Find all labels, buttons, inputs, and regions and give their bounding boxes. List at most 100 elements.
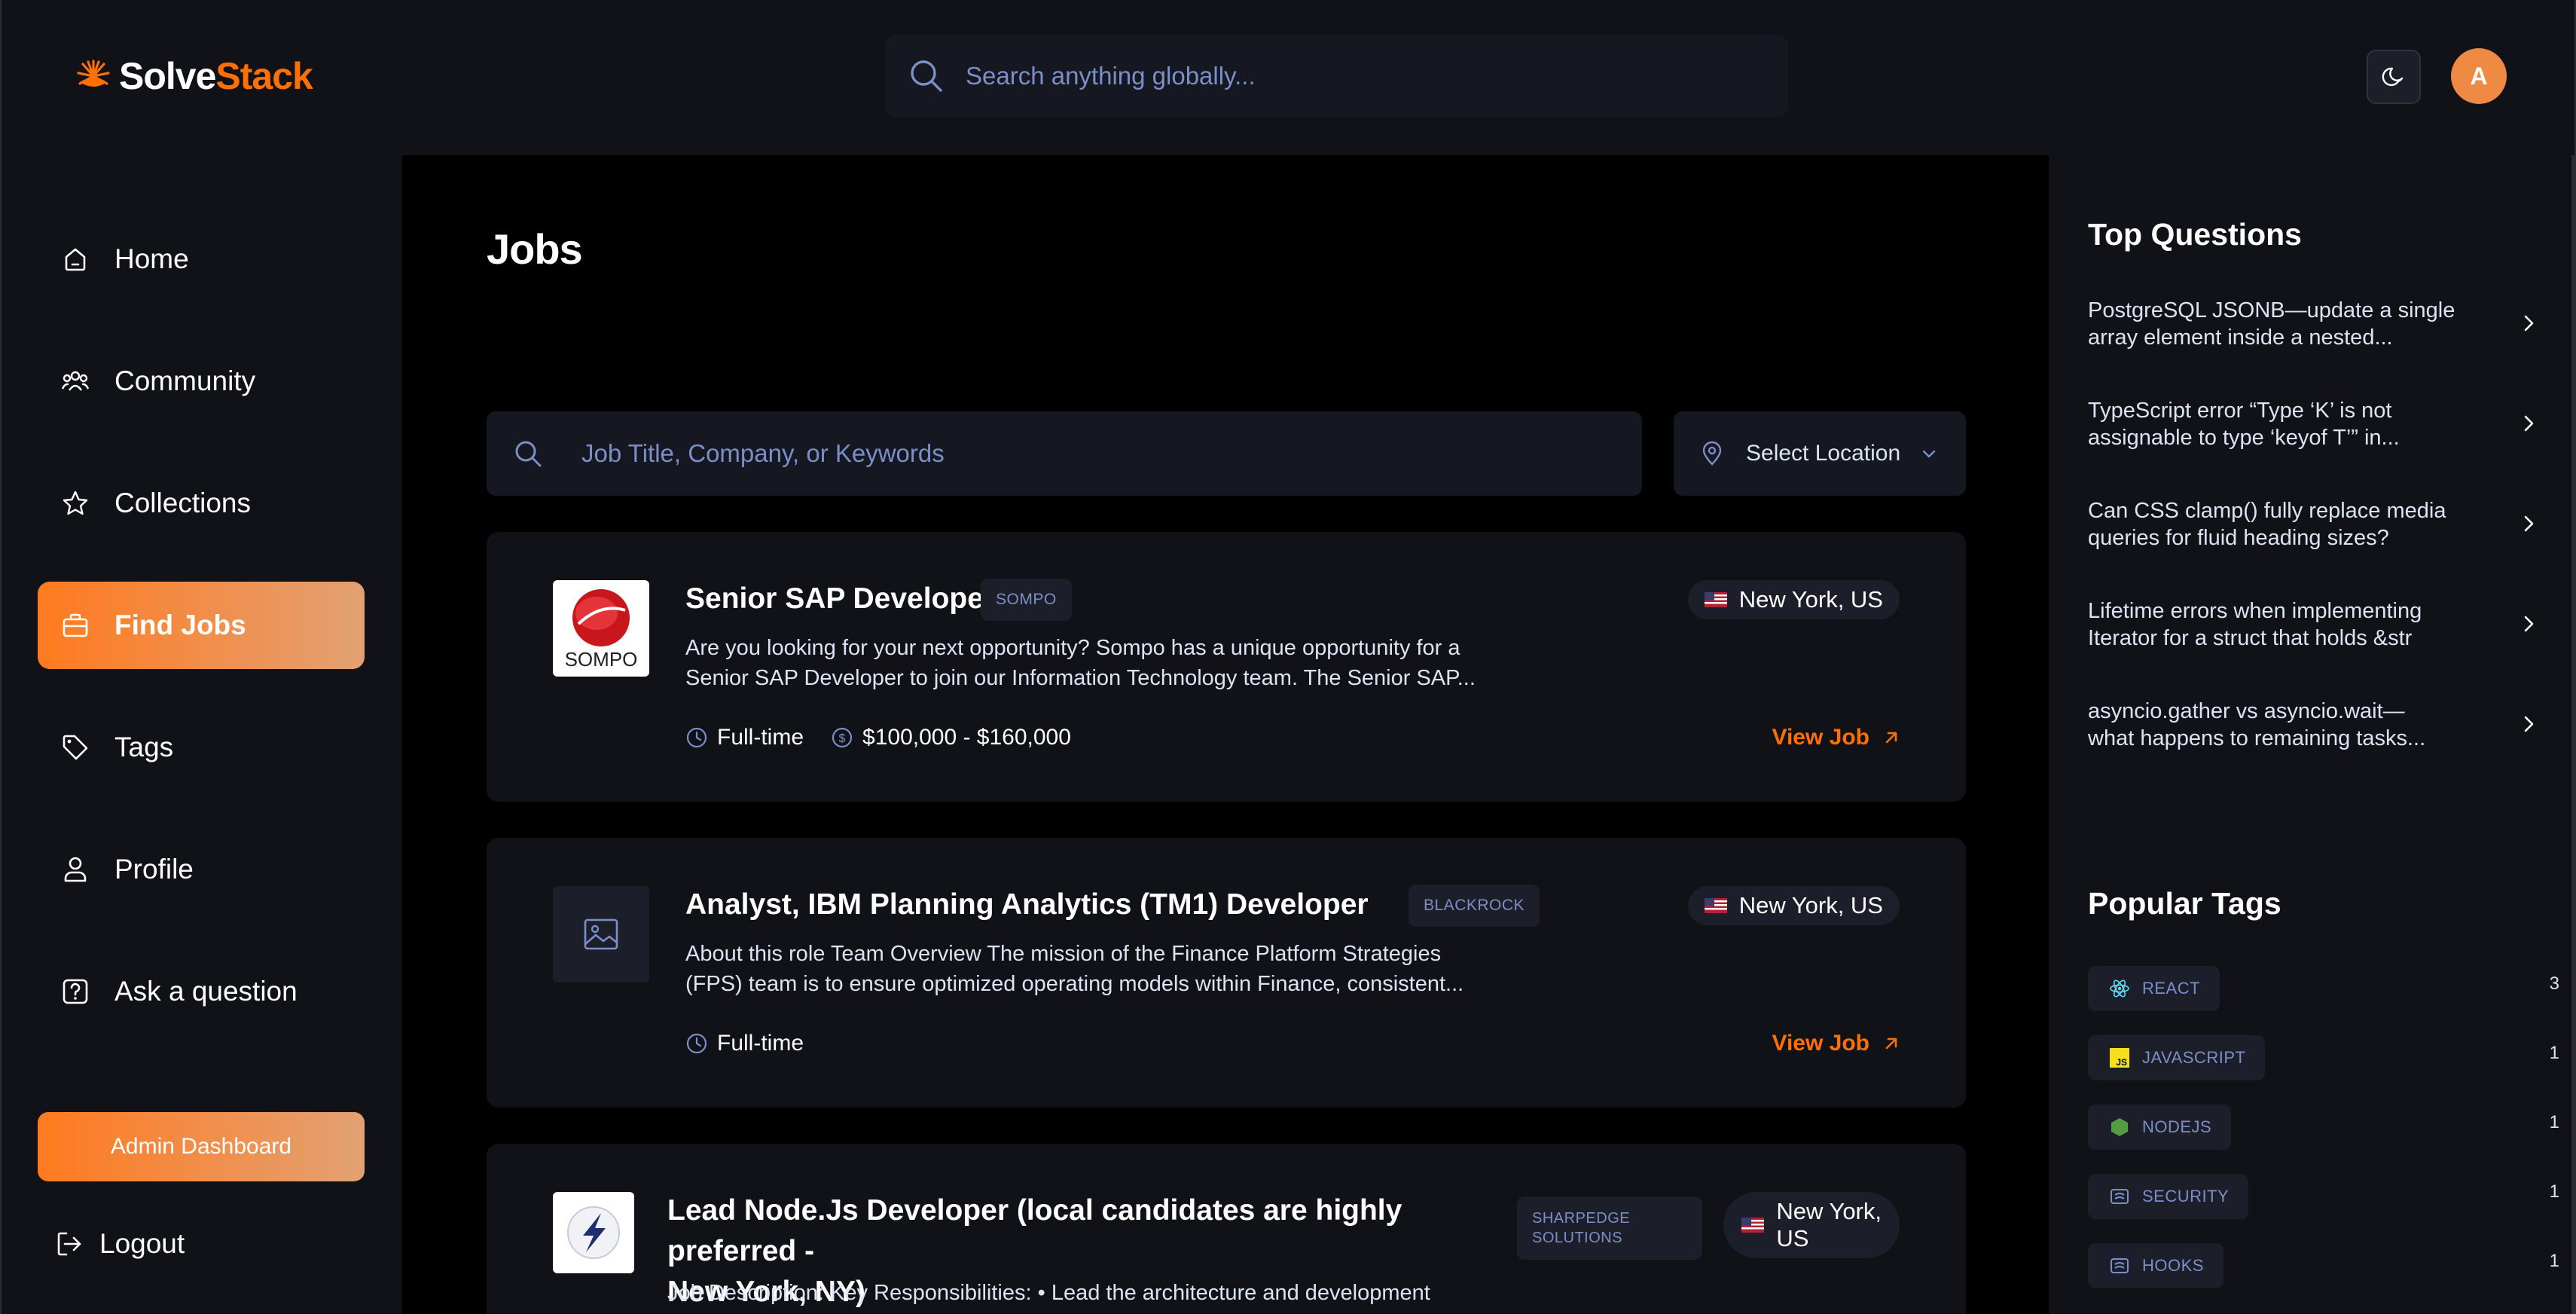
sidebar-item-ask-question[interactable]: Ask a question bbox=[38, 948, 365, 1035]
job-description-line: About this role Team Overview The missio… bbox=[685, 942, 1442, 966]
tag-count: 1 bbox=[2549, 1181, 2559, 1202]
popular-tags-heading: Popular Tags bbox=[2088, 886, 2281, 921]
image-placeholder-icon bbox=[584, 918, 618, 950]
logout-label: Logout bbox=[99, 1228, 185, 1259]
clock-icon bbox=[686, 1033, 707, 1054]
location-select[interactable]: Select Location bbox=[1674, 411, 1966, 496]
question-line: Iterator for a struct that holds &str bbox=[2088, 626, 2413, 650]
tag-pill-react[interactable]: REACT bbox=[2088, 966, 2220, 1011]
react-icon bbox=[2110, 979, 2129, 998]
question-line: queries for fluid heading sizes? bbox=[2088, 526, 2389, 550]
right-sidebar: Top Questions PostgreSQL JSONB—update a … bbox=[2049, 155, 2574, 1314]
lightning-logo-icon bbox=[567, 1206, 620, 1259]
job-search-input[interactable] bbox=[581, 439, 1642, 468]
home-icon bbox=[65, 248, 86, 271]
tag-pill-hooks[interactable]: HOOKS bbox=[2088, 1243, 2223, 1288]
top-question-item[interactable]: Lifetime errors when implementing Iterato… bbox=[2088, 587, 2540, 662]
popular-tag-row[interactable]: REACT 3 bbox=[2088, 966, 2559, 1011]
location-text: New York, US bbox=[1738, 586, 1883, 613]
arrow-up-right-icon bbox=[1885, 732, 1897, 744]
company-logo-placeholder bbox=[553, 886, 649, 982]
tag-count: 1 bbox=[2549, 1043, 2559, 1063]
job-title[interactable]: Senior SAP Developer bbox=[685, 579, 995, 619]
question-line: what happens to remaining tasks... bbox=[2088, 726, 2426, 750]
tag-name: NODEJS bbox=[2142, 1117, 2212, 1136]
chevron-right-icon bbox=[2524, 716, 2534, 732]
company-badge: SOMPO bbox=[981, 579, 1072, 621]
location-text: New York, US bbox=[1776, 1198, 1882, 1252]
theme-toggle-button[interactable] bbox=[2367, 50, 2421, 104]
chevron-right-icon bbox=[2524, 415, 2534, 432]
popular-tag-row[interactable]: HOOKS 1 bbox=[2088, 1243, 2559, 1288]
map-pin-icon bbox=[1702, 441, 1722, 466]
question-text: Lifetime errors when implementing Iterato… bbox=[2088, 597, 2510, 652]
tag-pill-javascript[interactable]: JS JAVASCRIPT bbox=[2088, 1035, 2266, 1080]
job-card: Lead Node.Js Developer (local candidates… bbox=[487, 1144, 1966, 1314]
location-text-line: New York, bbox=[1776, 1198, 1882, 1224]
sidebar-item-collections[interactable]: Collections bbox=[38, 460, 365, 547]
question-line: asyncio.gather vs asyncio.wait— bbox=[2088, 699, 2405, 723]
users-icon bbox=[61, 371, 90, 391]
question-line: PostgreSQL JSONB—update a single bbox=[2088, 298, 2455, 322]
tag-pill-security[interactable]: SECURITY bbox=[2088, 1174, 2249, 1219]
svg-text:$: $ bbox=[839, 732, 846, 745]
view-job-link[interactable]: View Job bbox=[1772, 725, 1902, 750]
top-question-item[interactable]: TypeScript error “Type ‘K’ is not assigna… bbox=[2088, 387, 2540, 462]
location-text-line: US bbox=[1776, 1225, 1809, 1251]
question-text: TypeScript error “Type ‘K’ is not assigna… bbox=[2088, 397, 2510, 451]
job-search-bar[interactable] bbox=[487, 411, 1642, 496]
question-text: asyncio.gather vs asyncio.wait— what happ… bbox=[2088, 698, 2510, 752]
sidebar-item-label: Collections bbox=[114, 487, 251, 518]
company-badge-line: SHARPEDGE bbox=[1532, 1210, 1631, 1227]
main-content: Jobs Select Location SOMPO bbox=[402, 155, 2049, 1314]
popular-tag-row[interactable]: NODEJS 1 bbox=[2088, 1105, 2559, 1150]
sidebar-item-home[interactable]: Home bbox=[38, 215, 365, 303]
admin-dashboard-button[interactable]: Admin Dashboard bbox=[38, 1112, 365, 1181]
global-search-input[interactable] bbox=[966, 62, 1788, 90]
javascript-icon: JS bbox=[2110, 1048, 2129, 1068]
question-line: array element inside a nested... bbox=[2088, 325, 2393, 350]
job-card: Analyst, IBM Planning Analytics (TM1) De… bbox=[487, 838, 1966, 1108]
view-job-link[interactable]: View Job bbox=[1772, 1031, 1902, 1056]
user-avatar[interactable]: A bbox=[2451, 48, 2507, 104]
app-frame: SolveStack A Home Community bbox=[0, 0, 2576, 1314]
job-title[interactable]: Analyst, IBM Planning Analytics (TM1) De… bbox=[685, 885, 1369, 925]
question-line: Can CSS clamp() fully replace media bbox=[2088, 499, 2446, 523]
app-logo[interactable]: SolveStack bbox=[74, 54, 313, 98]
popular-tag-row[interactable]: JS JAVASCRIPT 1 bbox=[2088, 1035, 2559, 1080]
sidebar-item-label: Community bbox=[114, 365, 256, 396]
top-question-item[interactable]: Can CSS clamp() fully replace media queri… bbox=[2088, 487, 2540, 562]
top-questions-heading: Top Questions bbox=[2088, 217, 2302, 252]
left-sidebar: Home Community Collections Find Jobs Tag… bbox=[2, 155, 402, 1314]
logout-icon bbox=[57, 1232, 81, 1256]
job-meta: Full-time bbox=[685, 1031, 814, 1056]
us-flag-icon bbox=[1704, 592, 1727, 607]
job-description-line: Senior SAP Developer to join our Informa… bbox=[685, 666, 1476, 690]
popular-tag-row[interactable]: SECURITY 1 bbox=[2088, 1174, 2559, 1219]
sidebar-item-label: Tags bbox=[114, 732, 174, 762]
chevron-right-icon bbox=[2524, 515, 2534, 532]
sidebar-item-profile[interactable]: Profile bbox=[38, 826, 365, 913]
search-icon bbox=[515, 441, 542, 467]
sidebar-item-label: Home bbox=[114, 243, 189, 274]
search-icon bbox=[911, 60, 942, 92]
location-select-label: Select Location bbox=[1746, 441, 1901, 466]
page-scrollbar[interactable] bbox=[2571, 155, 2576, 1314]
logout-button[interactable]: Logout bbox=[54, 1228, 185, 1260]
sidebar-item-community[interactable]: Community bbox=[38, 338, 365, 425]
global-search-bar[interactable] bbox=[886, 35, 1788, 118]
tag-count: 1 bbox=[2549, 1251, 2559, 1271]
moon-icon bbox=[2382, 67, 2404, 87]
employment-type: Full-time bbox=[685, 1031, 804, 1056]
salary-label: $100,000 - $160,000 bbox=[862, 725, 1071, 750]
sidebar-item-find-jobs[interactable]: Find Jobs bbox=[38, 582, 365, 669]
tag-pill-nodejs[interactable]: NODEJS bbox=[2088, 1105, 2232, 1150]
security-icon bbox=[2111, 1189, 2129, 1204]
currency-icon: $ bbox=[832, 727, 853, 748]
question-icon bbox=[63, 979, 88, 1004]
sidebar-item-tags[interactable]: Tags bbox=[38, 704, 365, 791]
top-question-item[interactable]: asyncio.gather vs asyncio.wait— what happ… bbox=[2088, 687, 2540, 762]
us-flag-icon bbox=[1704, 898, 1727, 913]
sidebar-item-label: Find Jobs bbox=[114, 610, 246, 640]
top-question-item[interactable]: PostgreSQL JSONB—update a single array el… bbox=[2088, 286, 2540, 362]
